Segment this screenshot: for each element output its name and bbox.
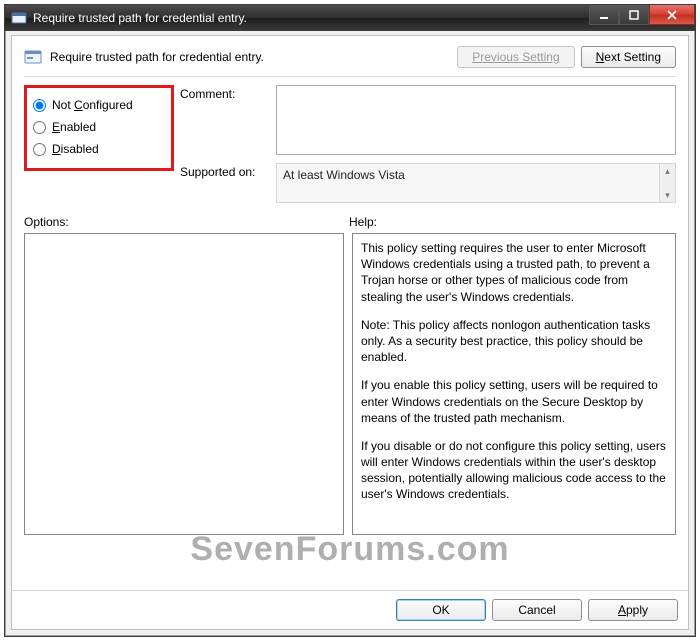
- supported-scrollbar[interactable]: ▴ ▾: [659, 164, 675, 202]
- radio-not-configured[interactable]: Not Configured: [33, 94, 165, 116]
- scroll-up-icon[interactable]: ▴: [660, 164, 675, 178]
- help-pane: This policy setting requires the user to…: [352, 233, 676, 535]
- supported-on-field: At least Windows Vista ▴ ▾: [276, 163, 676, 203]
- maximize-button[interactable]: [619, 5, 649, 25]
- apply-button[interactable]: Apply: [588, 599, 678, 621]
- cancel-button[interactable]: Cancel: [492, 599, 582, 621]
- dialog-button-bar: OK Cancel Apply: [12, 590, 688, 629]
- help-text: Note: This policy affects nonlogon authe…: [361, 317, 667, 366]
- scroll-down-icon[interactable]: ▾: [660, 188, 675, 202]
- titlebar: Require trusted path for credential entr…: [5, 5, 695, 31]
- header-row: Require trusted path for credential entr…: [24, 46, 676, 76]
- watermark: SevenForums.com: [12, 530, 688, 569]
- policy-icon: [24, 48, 42, 66]
- help-text: If you disable or do not configure this …: [361, 438, 667, 503]
- comment-input[interactable]: [276, 85, 676, 155]
- radio-enabled[interactable]: Enabled: [33, 116, 165, 138]
- window-controls: [589, 5, 695, 25]
- dialog-content: Require trusted path for credential entr…: [11, 35, 689, 630]
- supported-on-value: At least Windows Vista: [283, 168, 405, 182]
- radio-disabled[interactable]: Disabled: [33, 138, 165, 160]
- radio-not-configured-input[interactable]: [33, 99, 46, 112]
- state-radio-group: Not Configured Enabled Disabled: [24, 85, 174, 171]
- policy-heading: Require trusted path for credential entr…: [50, 50, 264, 64]
- divider: [24, 76, 676, 77]
- help-label: Help:: [349, 215, 377, 229]
- previous-setting-button: Previous Setting: [457, 46, 574, 68]
- comment-label: Comment:: [180, 85, 270, 101]
- options-label: Options:: [24, 215, 349, 229]
- policy-editor-window: Require trusted path for credential entr…: [4, 4, 696, 637]
- window-title: Require trusted path for credential entr…: [33, 11, 247, 25]
- radio-disabled-input[interactable]: [33, 143, 46, 156]
- help-text: This policy setting requires the user to…: [361, 240, 667, 305]
- options-pane: [24, 233, 344, 535]
- help-text: If you enable this policy setting, users…: [361, 377, 667, 426]
- app-icon: [11, 10, 27, 26]
- radio-enabled-input[interactable]: [33, 121, 46, 134]
- ok-button[interactable]: OK: [396, 599, 486, 621]
- next-setting-button[interactable]: Next Setting: [581, 46, 676, 68]
- minimize-button[interactable]: [589, 5, 619, 25]
- close-button[interactable]: [649, 5, 695, 25]
- supported-on-label: Supported on:: [180, 163, 270, 179]
